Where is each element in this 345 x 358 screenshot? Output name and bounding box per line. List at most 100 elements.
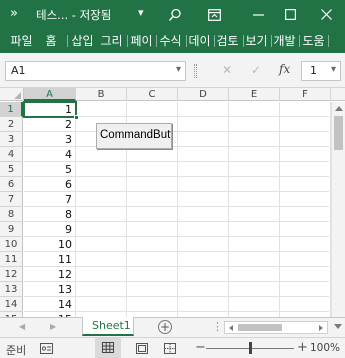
gridline <box>279 102 280 317</box>
insert-function-icon[interactable]: fx <box>279 62 290 76</box>
cell-a10[interactable]: 10 <box>24 237 75 252</box>
row-header-7[interactable]: 7 <box>0 192 23 207</box>
cell-a7[interactable]: 7 <box>24 192 75 207</box>
cell-a3[interactable]: 3 <box>24 132 75 147</box>
cell-a8[interactable]: 8 <box>24 207 75 222</box>
row-header-1[interactable]: 1 <box>0 102 23 117</box>
more-commands-icon[interactable]: » <box>10 6 18 21</box>
sheet-bar-grip-icon[interactable]: ⋮ <box>212 320 223 333</box>
minimize-icon <box>252 13 264 16</box>
formula-bar: A1 ▾ ✕ ✓ fx 1 ▾ <box>0 53 345 88</box>
cell-a14[interactable]: 14 <box>24 297 75 312</box>
column-header-e[interactable]: E <box>229 88 280 101</box>
search-icon <box>168 8 181 21</box>
row-header-9[interactable]: 9 <box>0 222 23 237</box>
column-header-a[interactable]: A <box>24 88 76 101</box>
normal-view-button[interactable] <box>95 338 121 358</box>
scroll-down-icon[interactable] <box>334 324 342 330</box>
row-header-4[interactable]: 4 <box>0 147 23 162</box>
zoom-slider[interactable] <box>206 342 294 354</box>
formula-input[interactable]: 1 ▾ <box>301 61 341 81</box>
title-bar: » 테스... - 저장됨 ▾ <box>0 0 345 29</box>
tab-review[interactable]: 검토 <box>214 32 241 50</box>
column-header-f[interactable]: F <box>280 88 331 101</box>
ribbon-tab-bar: 파일 홈 삽입 그리 페이 수식 데이 검토 보기 개발 도움 <box>0 29 345 53</box>
vertical-scroll-thumb[interactable] <box>334 116 343 150</box>
scroll-left-icon[interactable] <box>229 325 233 331</box>
cell-a6[interactable]: 6 <box>24 177 75 192</box>
gridline <box>75 102 76 317</box>
zoom-in-button[interactable]: + <box>297 340 308 355</box>
fill-handle[interactable] <box>74 115 79 120</box>
sheet-tab-bar: ◀ ▶ Sheet1 + ⋮ <box>0 317 345 337</box>
cell-a4[interactable]: 4 <box>24 147 75 162</box>
zoom-level[interactable]: 100% <box>310 342 340 354</box>
horizontal-scroll-thumb[interactable] <box>238 324 282 331</box>
worksheet-grid[interactable]: A B C D E F 1 2 3 4 5 6 7 8 9 10 11 12 1… <box>0 88 345 317</box>
column-header-d[interactable]: D <box>178 88 229 101</box>
column-header-c[interactable]: C <box>127 88 178 101</box>
command-button[interactable]: CommandButt <box>96 123 172 149</box>
maximize-button[interactable] <box>275 0 305 29</box>
close-icon <box>320 9 332 20</box>
tab-file[interactable]: 파일 <box>8 32 35 50</box>
normal-view-icon <box>102 342 114 353</box>
row-header-6[interactable]: 6 <box>0 177 23 192</box>
cancel-icon[interactable]: ✕ <box>222 63 232 77</box>
zoom-out-button[interactable]: − <box>195 340 206 355</box>
row-header-14[interactable]: 14 <box>0 297 23 312</box>
name-box[interactable]: A1 ▾ <box>5 61 186 81</box>
ribbon-display-icon <box>207 8 221 21</box>
cell-a13[interactable]: 13 <box>24 282 75 297</box>
name-box-dropdown-icon[interactable]: ▾ <box>176 64 181 75</box>
document-title[interactable]: 테스... - 저장됨 <box>36 7 111 23</box>
formula-expand-icon[interactable]: ▾ <box>331 64 336 75</box>
tab-draw[interactable]: 그리 <box>98 32 125 50</box>
row-header-3[interactable]: 3 <box>0 132 23 147</box>
formula-bar-grip-icon[interactable] <box>194 64 197 78</box>
row-header-13[interactable]: 13 <box>0 282 23 297</box>
search-button[interactable] <box>162 0 188 29</box>
cell-a12[interactable]: 12 <box>24 267 75 282</box>
row-header-8[interactable]: 8 <box>0 207 23 222</box>
title-dropdown-icon[interactable]: ▾ <box>138 6 144 19</box>
tab-developer[interactable]: 개발 <box>271 32 298 50</box>
cell-a11[interactable]: 11 <box>24 252 75 267</box>
row-header-11[interactable]: 11 <box>0 252 23 267</box>
enter-icon[interactable]: ✓ <box>251 63 261 77</box>
tab-insert[interactable]: 삽입 <box>69 32 96 50</box>
add-sheet-button[interactable]: + <box>158 320 172 334</box>
accessibility-icon[interactable] <box>40 343 53 354</box>
close-button[interactable] <box>310 0 342 29</box>
prev-sheet-icon[interactable]: ◀ <box>19 322 25 331</box>
cell-a9[interactable]: 9 <box>24 222 75 237</box>
sheet-tab-sheet1[interactable]: Sheet1 <box>82 317 134 336</box>
row-header-10[interactable]: 10 <box>0 237 23 252</box>
scroll-right-icon[interactable] <box>319 325 323 331</box>
active-cell-outline <box>23 101 77 118</box>
tab-separator <box>328 35 329 47</box>
row-header-12[interactable]: 12 <box>0 267 23 282</box>
page-break-view-icon[interactable] <box>164 343 176 354</box>
tab-view[interactable]: 보기 <box>243 32 270 50</box>
zoom-slider-thumb[interactable] <box>249 342 252 354</box>
tab-formulas[interactable]: 수식 <box>157 32 184 50</box>
horizontal-scrollbar[interactable] <box>224 321 328 334</box>
tab-help[interactable]: 도움 <box>300 32 327 50</box>
column-header-b[interactable]: B <box>76 88 127 101</box>
row-header-5[interactable]: 5 <box>0 162 23 177</box>
next-sheet-icon[interactable]: ▶ <box>50 322 56 331</box>
vertical-scrollbar[interactable] <box>331 102 345 317</box>
gridline <box>228 102 229 317</box>
tab-page-layout[interactable]: 페이 <box>128 32 155 50</box>
scroll-up-icon[interactable] <box>335 105 343 111</box>
cell-a2[interactable]: 2 <box>24 117 75 132</box>
page-layout-view-icon[interactable] <box>136 343 148 354</box>
tab-home[interactable]: 홈 <box>40 32 62 50</box>
cell-a5[interactable]: 5 <box>24 162 75 177</box>
tab-data[interactable]: 데이 <box>186 32 213 50</box>
minimize-button[interactable] <box>243 0 273 29</box>
tab-separator <box>67 35 68 47</box>
ribbon-display-button[interactable] <box>200 0 228 29</box>
row-header-2[interactable]: 2 <box>0 117 23 132</box>
